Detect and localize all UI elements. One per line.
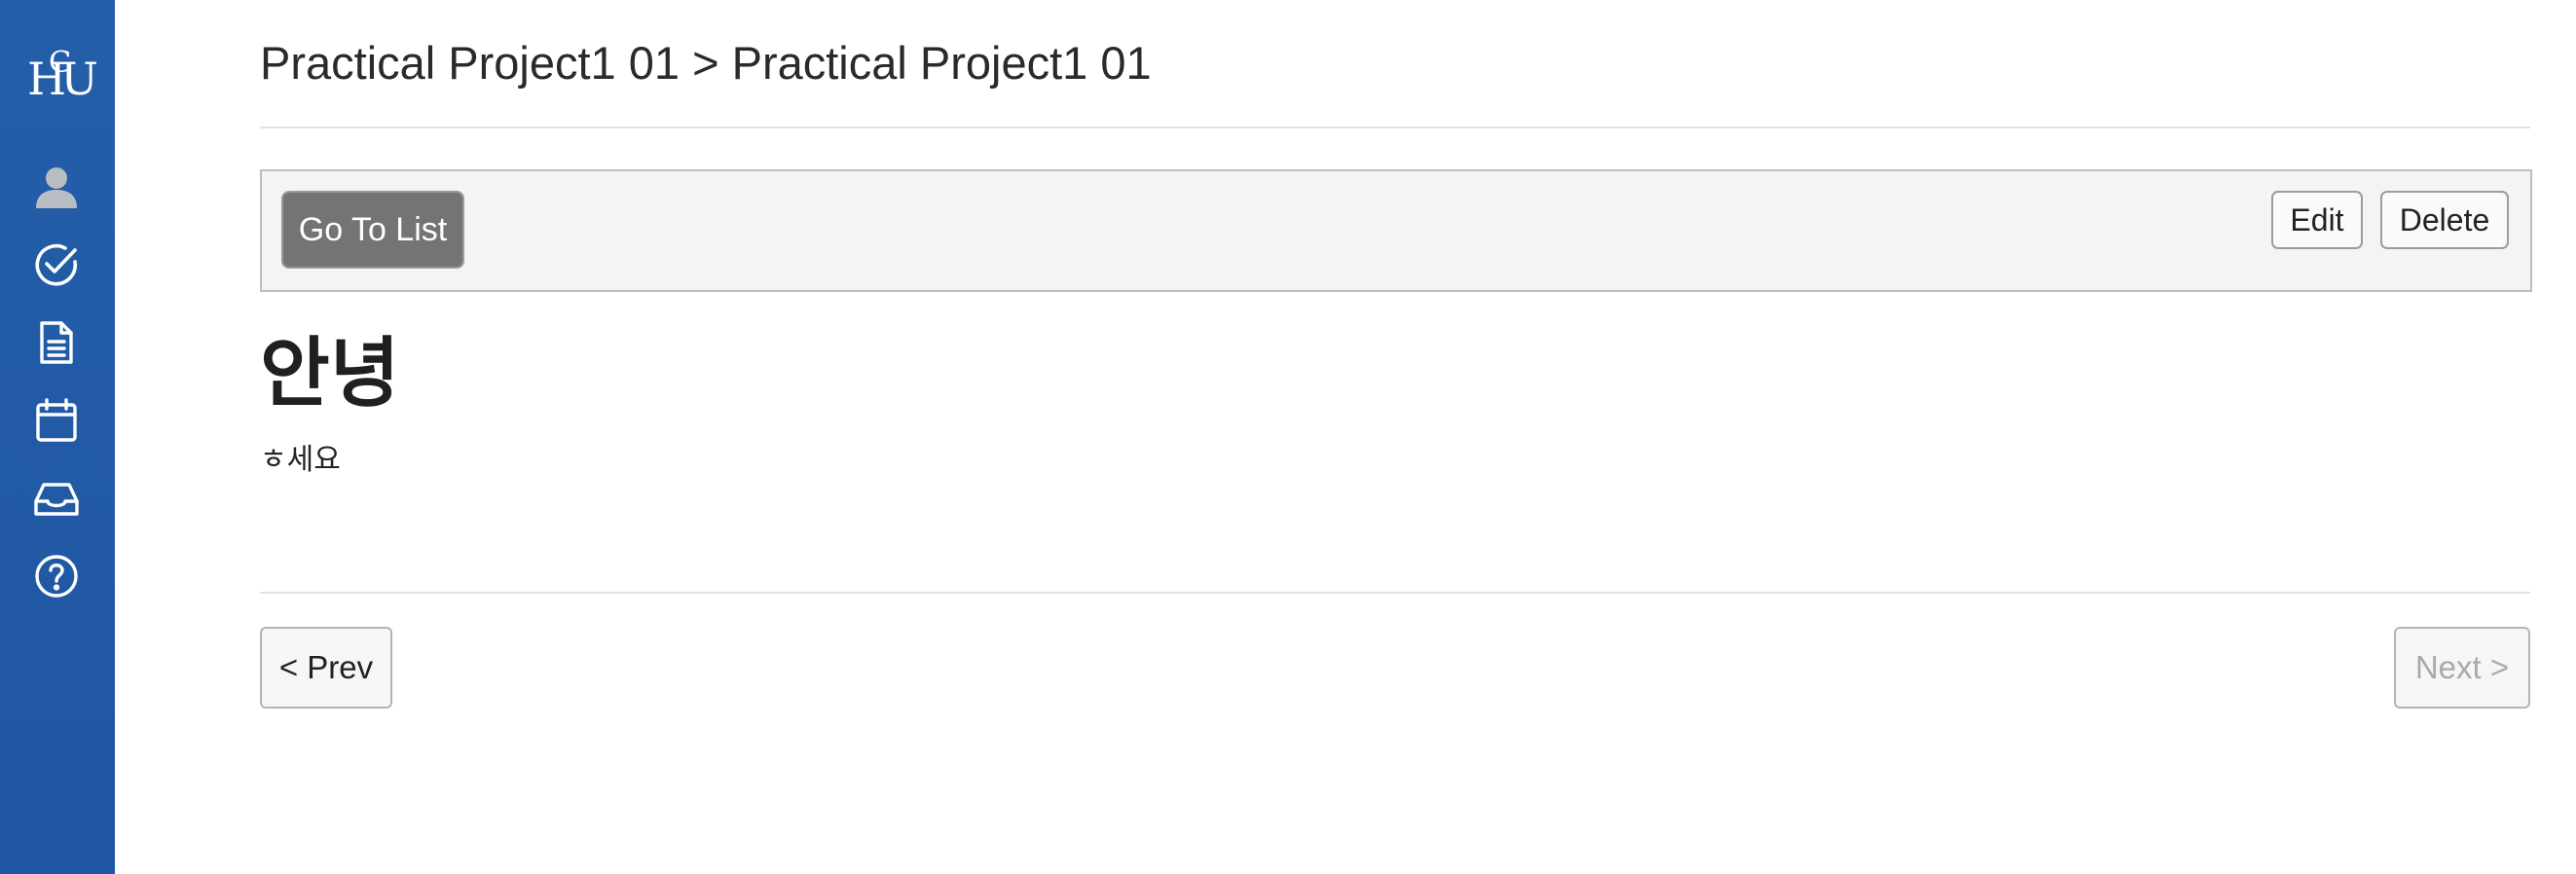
go-to-list-button[interactable]: Go To List	[281, 191, 464, 269]
post-body: ㅎ세요	[260, 443, 341, 477]
edit-button[interactable]: Edit	[2271, 191, 2363, 249]
post-title: 안녕	[260, 330, 400, 418]
header-divider	[260, 127, 2530, 128]
delete-button[interactable]: Delete	[2380, 191, 2509, 249]
calendar-icon	[36, 398, 77, 442]
sidebar-item-profile[interactable]	[29, 160, 84, 214]
post-toolbar: Go To List Edit Delete	[260, 169, 2532, 292]
next-button[interactable]: Next >	[2394, 627, 2530, 709]
university-logo[interactable]: HU G	[27, 49, 98, 113]
content-divider	[260, 592, 2530, 594]
sidebar-item-help[interactable]	[29, 549, 84, 603]
sidebar-item-calendar[interactable]	[29, 393, 84, 448]
sidebar-item-tasks[interactable]	[29, 237, 84, 292]
sidebar-item-documents[interactable]	[29, 315, 84, 370]
main-content: Practical Project1 01 > Practical Projec…	[260, 0, 2532, 874]
check-circle-icon	[35, 243, 78, 286]
help-icon	[35, 555, 78, 598]
sidebar-item-inbox[interactable]	[29, 471, 84, 526]
prev-button[interactable]: < Prev	[260, 627, 392, 709]
user-icon	[36, 167, 77, 208]
sidebar: HU G	[0, 0, 115, 874]
inbox-icon	[34, 483, 79, 516]
breadcrumb: Practical Project1 01 > Practical Projec…	[260, 37, 1152, 89]
document-icon	[40, 321, 73, 364]
